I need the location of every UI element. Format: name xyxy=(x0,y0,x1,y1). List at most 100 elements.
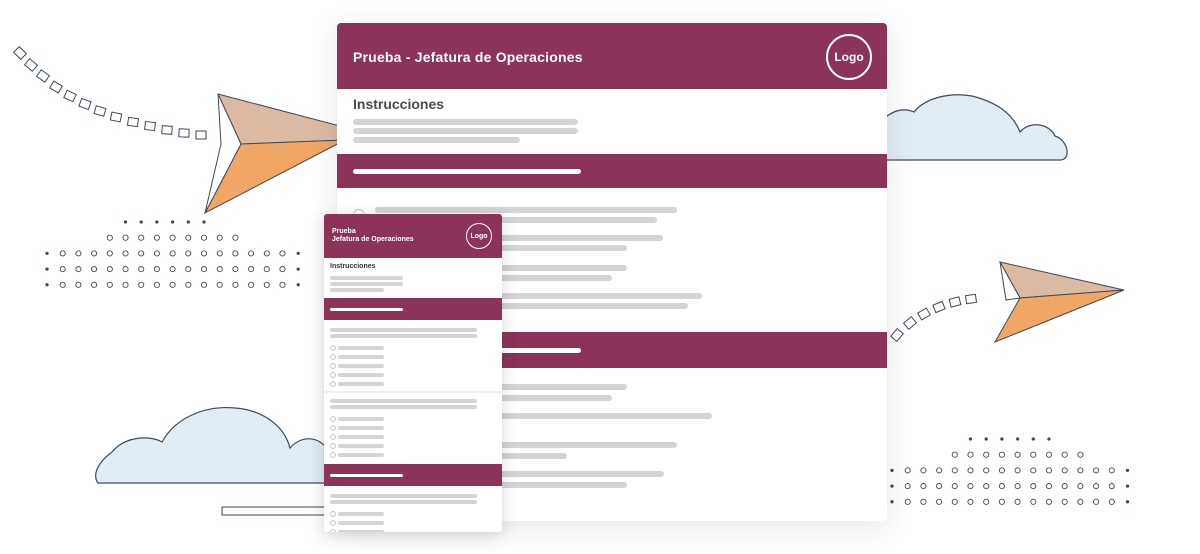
dot xyxy=(75,281,82,288)
radio-option[interactable] xyxy=(330,345,336,351)
option-placeholder xyxy=(338,364,384,368)
dot xyxy=(248,266,255,273)
dot xyxy=(968,437,973,441)
dot xyxy=(890,468,894,473)
dot xyxy=(248,281,255,288)
dot xyxy=(920,483,927,490)
dot xyxy=(263,266,270,273)
dot xyxy=(998,451,1005,458)
option-placeholder xyxy=(338,444,384,448)
radio-option[interactable] xyxy=(330,452,336,458)
option-placeholder xyxy=(338,512,384,516)
instructions-heading: Instrucciones xyxy=(353,96,445,112)
dot xyxy=(153,266,160,273)
dot xyxy=(75,266,82,273)
dot xyxy=(1014,467,1021,474)
text-placeholder xyxy=(330,276,403,280)
dot xyxy=(169,234,176,241)
radio-option[interactable] xyxy=(330,372,336,378)
dot xyxy=(122,281,129,288)
text-placeholder xyxy=(375,207,677,213)
section-title-placeholder xyxy=(330,474,403,477)
dot xyxy=(122,234,129,241)
dot xyxy=(967,467,974,474)
dot xyxy=(936,467,943,474)
dot xyxy=(1014,498,1021,505)
dot xyxy=(169,266,176,273)
dot xyxy=(1015,437,1020,441)
dot xyxy=(1061,483,1068,490)
dot xyxy=(169,250,176,257)
dot xyxy=(296,267,300,271)
text-placeholder xyxy=(330,282,403,286)
dot xyxy=(91,266,98,273)
radio-option[interactable] xyxy=(330,354,336,360)
dot xyxy=(153,281,160,288)
dot xyxy=(890,484,894,488)
dot xyxy=(122,250,129,257)
dot xyxy=(139,220,143,224)
dot xyxy=(1061,467,1068,474)
dot xyxy=(1108,498,1115,505)
radio-option[interactable] xyxy=(330,363,336,369)
dot xyxy=(983,467,990,474)
document-header: Prueba - Jefatura de Operaciones Logo xyxy=(337,23,887,89)
radio-option[interactable] xyxy=(330,520,336,526)
cloud-icon xyxy=(858,94,1068,161)
dot xyxy=(169,281,176,288)
dot xyxy=(951,483,958,490)
text-placeholder xyxy=(330,334,477,338)
dot xyxy=(59,281,66,288)
document-preview-small: Prueba Jefatura de Operaciones Logo Inst… xyxy=(324,214,502,532)
option-placeholder xyxy=(338,417,384,421)
dot xyxy=(232,234,239,241)
option-placeholder xyxy=(338,373,384,377)
dot xyxy=(998,498,1005,505)
dot xyxy=(138,281,145,288)
radio-option[interactable] xyxy=(330,381,336,387)
dot xyxy=(1030,483,1037,490)
radio-option[interactable] xyxy=(330,434,336,440)
dot xyxy=(232,266,239,273)
dot xyxy=(967,451,974,458)
dot xyxy=(170,220,175,224)
dot xyxy=(185,281,192,288)
text-placeholder xyxy=(353,119,578,125)
radio-option[interactable] xyxy=(330,425,336,431)
dot xyxy=(951,467,958,474)
dot xyxy=(106,250,113,257)
dot xyxy=(967,498,974,505)
dot xyxy=(138,266,145,273)
radio-option[interactable] xyxy=(330,416,336,422)
dot xyxy=(1093,467,1100,474)
logo-badge: Logo xyxy=(826,34,872,80)
radio-option[interactable] xyxy=(330,511,336,517)
document-title-line2: Jefatura de Operaciones xyxy=(332,236,414,243)
option-placeholder xyxy=(338,426,384,430)
radio-option[interactable] xyxy=(330,529,336,532)
radio-option[interactable] xyxy=(330,443,336,449)
dot xyxy=(936,483,943,490)
dot-pattern xyxy=(890,437,1130,505)
logo-badge: Logo xyxy=(466,223,492,249)
dot xyxy=(263,250,270,257)
dot xyxy=(1047,437,1051,441)
dot xyxy=(1093,498,1100,505)
dot xyxy=(248,250,255,257)
dot xyxy=(1045,498,1053,505)
dot xyxy=(904,498,911,505)
divider xyxy=(324,391,502,393)
dot xyxy=(951,451,958,458)
option-placeholder xyxy=(338,530,384,532)
dot xyxy=(202,220,206,224)
text-placeholder xyxy=(330,405,477,409)
dot xyxy=(106,281,113,288)
dot xyxy=(1014,483,1021,490)
dot xyxy=(153,250,160,257)
dot xyxy=(296,283,300,287)
dot xyxy=(91,250,98,257)
dot xyxy=(185,234,192,241)
dot xyxy=(59,250,66,257)
section-title-placeholder xyxy=(330,308,403,311)
dot xyxy=(1031,437,1035,441)
